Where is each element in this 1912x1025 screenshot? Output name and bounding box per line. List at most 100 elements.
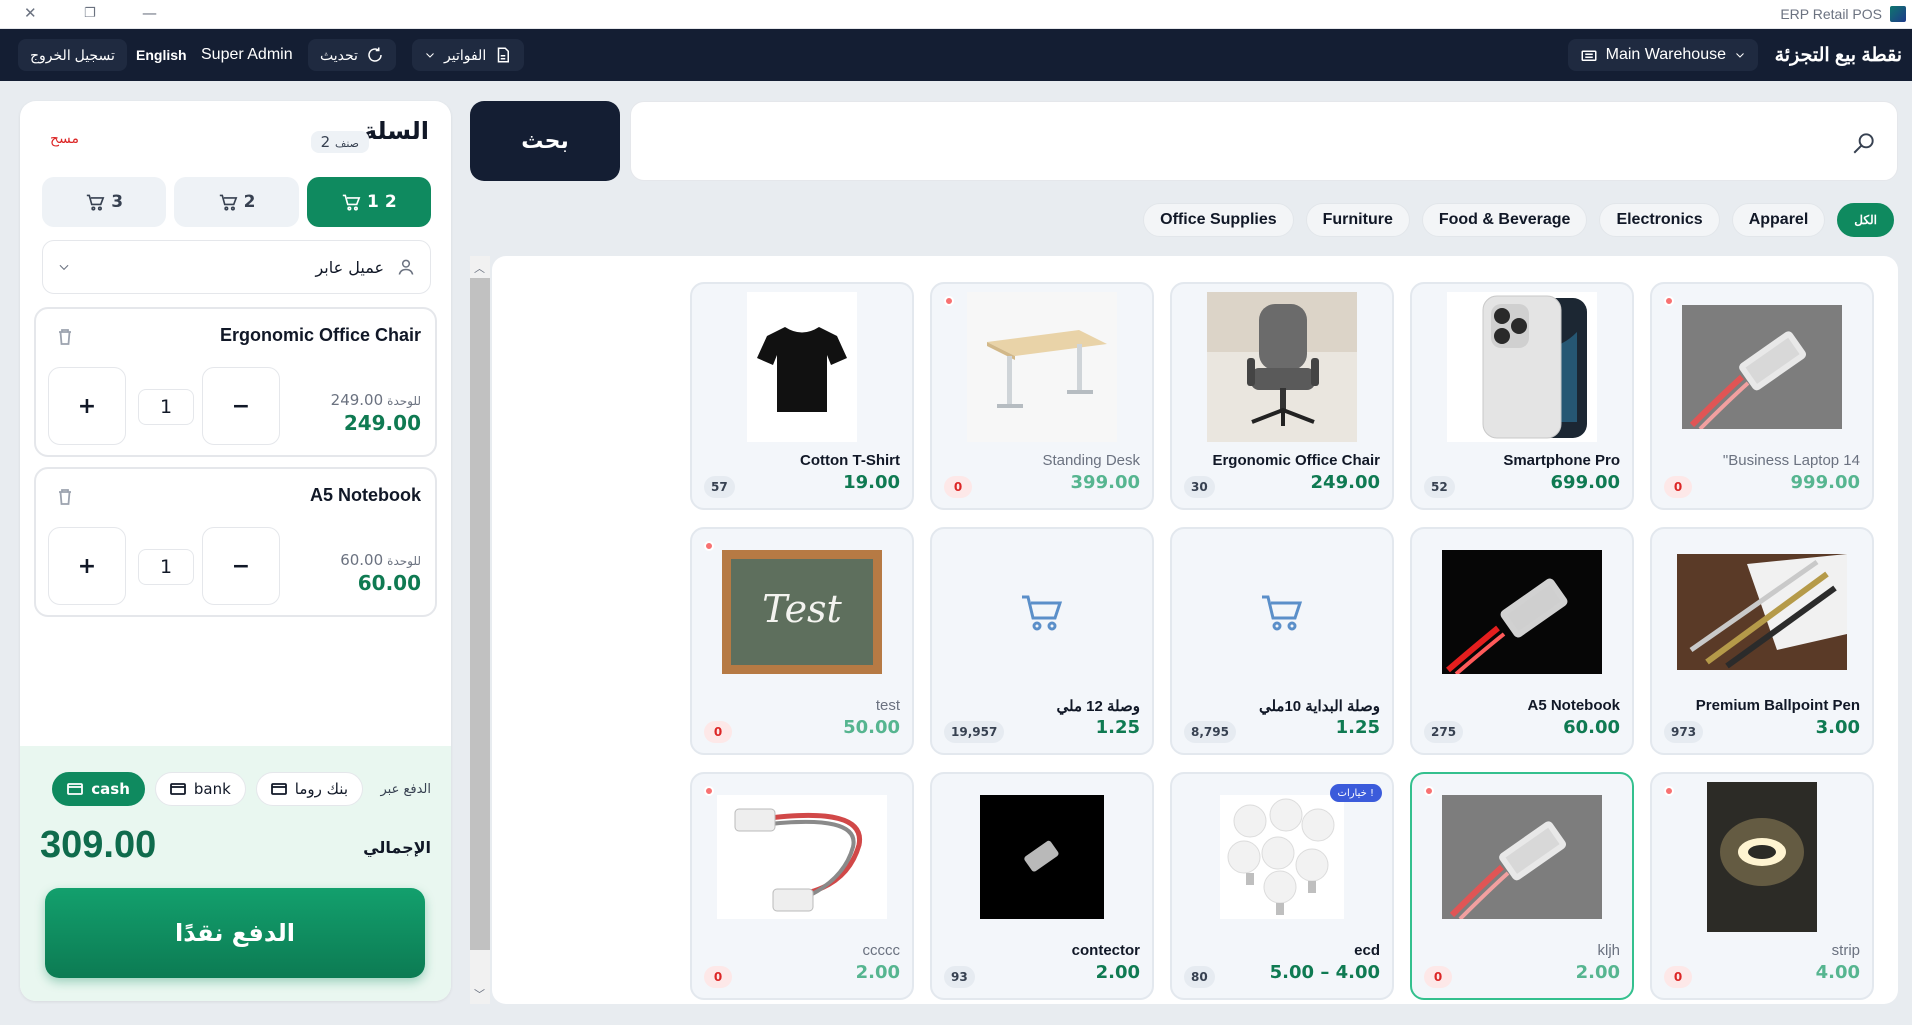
chair-image <box>1207 292 1357 442</box>
customer-name: عميل عابر <box>315 257 384 277</box>
minimize-icon[interactable]: — <box>142 4 157 22</box>
payment-method-roma[interactable]: بنك روما <box>255 772 363 806</box>
trash-icon <box>59 489 71 505</box>
search-input[interactable] <box>647 122 1827 162</box>
product-card[interactable]: ccccc 2.00 0 <box>690 772 914 1000</box>
product-card[interactable]: Cotton T-Shirt 19.00 57 <box>690 282 914 510</box>
close-icon[interactable]: ✕ <box>24 4 37 22</box>
product-stock: 19,957 <box>944 721 1005 743</box>
customer-select[interactable]: عميل عابر <box>42 240 431 294</box>
product-card[interactable]: Ergonomic Office Chair 249.00 30 <box>1170 282 1394 510</box>
search-button[interactable]: بحث <box>470 101 620 181</box>
connector-image <box>980 795 1104 919</box>
product-name: Standing Desk <box>1042 452 1140 469</box>
invoice-icon <box>497 47 510 63</box>
product-name: Cotton T-Shirt <box>800 452 900 469</box>
pay-cash-button[interactable]: الدفع نقدًا <box>45 888 425 978</box>
product-image <box>1184 782 1380 932</box>
product-stock: 0 <box>1664 966 1692 988</box>
payment-method-bank[interactable]: bank <box>154 772 246 806</box>
scroll-thumb[interactable] <box>470 278 490 950</box>
payment-method-cash[interactable]: cash <box>52 772 145 806</box>
pay-via-label: الدفع عبر <box>380 782 431 797</box>
cart-tab-1[interactable]: 1 2 <box>306 177 431 227</box>
refresh-button[interactable]: تحديث <box>308 39 396 71</box>
clear-cart-button[interactable]: مسح <box>50 131 79 147</box>
delete-item-button[interactable] <box>58 329 72 345</box>
product-card[interactable]: خيارات ! ecd 5.00 – 4.00 80 <box>1170 772 1394 1000</box>
product-price: 3.00 <box>1815 717 1860 738</box>
product-stock: 275 <box>1424 721 1464 743</box>
restore-icon[interactable]: ❐ <box>84 6 96 21</box>
cart-tab-label: 1 <box>366 192 379 212</box>
scroll-down-icon[interactable]: ﹀ <box>474 986 485 1002</box>
connector-image <box>1442 550 1602 674</box>
product-price: 60.00 <box>1563 717 1620 738</box>
qty-value[interactable]: 1 <box>138 549 194 585</box>
products-scrollbar[interactable]: ︿ ﹀ <box>470 256 490 1004</box>
warehouse-select[interactable]: Main Warehouse <box>1567 39 1758 71</box>
cart-tab-2[interactable]: 2 <box>174 177 299 227</box>
decrease-qty-button[interactable]: − <box>202 367 280 445</box>
cart-panel: السلة 2 صنف مسح 1 2 2 3 عميل عابر Ergono… <box>20 101 451 1001</box>
category-office-supplies[interactable]: Office Supplies <box>1143 203 1294 237</box>
tshirt-image <box>747 292 857 442</box>
connector-image <box>1442 795 1602 919</box>
unit-price-label: للوحدة <box>387 554 421 568</box>
product-image <box>1664 537 1860 687</box>
product-card[interactable]: kljh 2.00 0 <box>1410 772 1634 1000</box>
cart-tab-badge: 2 <box>384 192 397 212</box>
decrease-qty-button[interactable]: − <box>202 527 280 605</box>
unit-price-value: 249.00 <box>330 391 384 409</box>
qty-value[interactable]: 1 <box>138 389 194 425</box>
product-card[interactable]: Test test 50.00 0 <box>690 527 914 755</box>
scroll-up-icon[interactable]: ︿ <box>474 260 485 276</box>
product-price: 1.25 <box>1335 717 1380 738</box>
user-name: Super Admin <box>201 46 293 63</box>
product-card[interactable]: Standing Desk 399.00 0 <box>930 282 1154 510</box>
language-toggle[interactable]: English <box>136 39 187 71</box>
cart-tab-3[interactable]: 3 <box>42 177 167 227</box>
increase-qty-button[interactable]: + <box>48 527 126 605</box>
product-image <box>704 782 900 932</box>
product-image: Test <box>704 537 900 687</box>
product-card[interactable]: Smartphone Pro 699.00 52 <box>1410 282 1634 510</box>
product-card[interactable]: Premium Ballpoint Pen 3.00 973 <box>1650 527 1874 755</box>
invoices-menu[interactable]: الفواتير <box>412 39 525 71</box>
product-name: ccccc <box>862 942 901 959</box>
category-furniture[interactable]: Furniture <box>1305 203 1410 237</box>
delete-item-button[interactable] <box>58 489 72 505</box>
product-card[interactable]: strip 4.00 0 <box>1650 772 1874 1000</box>
product-price: 2.00 <box>1575 962 1620 983</box>
product-card[interactable]: وصلة 12 ملي 1.25 19,957 <box>930 527 1154 755</box>
product-card[interactable]: "Business Laptop 14 999.00 0 <box>1650 282 1874 510</box>
product-stock: 0 <box>704 966 732 988</box>
product-image <box>1664 782 1860 932</box>
warehouse-label: Main Warehouse <box>1605 46 1726 63</box>
product-price: 5.00 – 4.00 <box>1269 962 1380 983</box>
logout-button[interactable]: تسجيل الخروج <box>18 39 127 71</box>
product-stock: 0 <box>944 476 972 498</box>
product-stock: 52 <box>1424 476 1455 498</box>
increase-qty-button[interactable]: + <box>48 367 126 445</box>
phone-image <box>1447 292 1597 442</box>
product-name: contector <box>1071 942 1140 959</box>
category-electronics[interactable]: Electronics <box>1599 203 1720 237</box>
category-food-beverage[interactable]: Food & Beverage <box>1421 203 1588 237</box>
line-total: 249.00 <box>343 411 421 435</box>
product-card[interactable]: contector 2.00 93 <box>930 772 1154 1000</box>
product-image <box>1424 782 1620 932</box>
product-card[interactable]: وصلة البداية 10ملي 1.25 8,795 <box>1170 527 1394 755</box>
payment-methods: بنك روما bank cash <box>52 772 363 806</box>
out-of-stock-dot <box>1664 296 1674 306</box>
product-price: 19.00 <box>843 472 900 493</box>
product-name: ecd <box>1354 942 1380 959</box>
product-card[interactable]: A5 Notebook 60.00 275 <box>1410 527 1634 755</box>
category-all[interactable]: الكل <box>1837 203 1894 237</box>
card-icon <box>169 783 186 795</box>
category-apparel[interactable]: Apparel <box>1731 203 1826 237</box>
cart-item-name: Ergonomic Office Chair <box>219 325 421 345</box>
product-stock: 8,795 <box>1184 721 1236 743</box>
product-name: test <box>875 697 900 714</box>
payment-method-label: bank <box>193 780 231 798</box>
